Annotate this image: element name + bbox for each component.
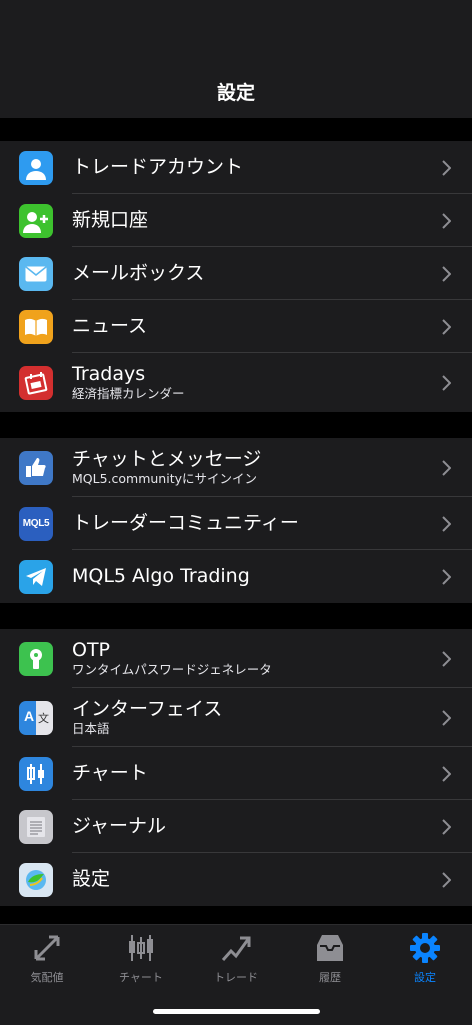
chevron-right-icon [442, 650, 451, 667]
page-title: 設定 [216, 82, 255, 104]
menu-item-tradays[interactable]: Tradays 経済指標カレンダー [0, 353, 472, 412]
menu-item-label: チャート [72, 762, 148, 784]
menu-item-label: ジャーナル [72, 815, 167, 837]
chevron-right-icon [442, 709, 451, 726]
menu-item-otp[interactable]: OTP ワンタイムパスワードジェネレータ [0, 629, 472, 688]
journal-icon [19, 809, 53, 844]
chevron-right-icon [442, 871, 451, 888]
chevron-right-icon [442, 568, 451, 585]
home-indicator[interactable] [153, 1009, 320, 1014]
menu-item-subtitle: 日本語 [72, 721, 110, 736]
navigation-bar: 設定 [0, 0, 472, 118]
chevron-right-icon [442, 765, 451, 782]
chevron-right-icon [442, 265, 451, 282]
menu-item-label: OTP [72, 639, 111, 661]
menu-item-label: メールボックス [72, 262, 205, 284]
tab-label: 気配値 [30, 971, 64, 984]
quotes-icon [32, 931, 62, 965]
menu-item-interface[interactable]: A 文 インターフェイス 日本語 [0, 688, 472, 747]
menu-item-trader-community[interactable]: MQL5 トレーダーコミュニティー [0, 497, 472, 550]
tab-settings[interactable]: 設定 [378, 931, 472, 989]
add-user-icon [19, 203, 53, 238]
menu-item-mql5-algo-trading[interactable]: MQL5 Algo Trading [0, 550, 472, 603]
section-preferences: OTP ワンタイムパスワードジェネレータ A 文 インターフェイス 日本語 チャ… [0, 629, 472, 906]
menu-item-label: トレーダーコミュニティー [72, 512, 299, 534]
chart-icon [126, 931, 156, 965]
menu-item-label: トレードアカウント [72, 156, 244, 178]
thumbs-up-icon [19, 450, 53, 485]
menu-item-subtitle: 経済指標カレンダー [72, 386, 185, 401]
menu-item-new-account[interactable]: 新規口座 [0, 194, 472, 247]
menu-item-subtitle: MQL5.communityにサインイン [72, 471, 258, 486]
menu-item-news[interactable]: ニュース [0, 300, 472, 353]
tab-history[interactable]: 履歴 [283, 931, 377, 989]
history-icon [314, 931, 346, 965]
menu-item-chart[interactable]: チャート [0, 747, 472, 800]
menu-item-label: インターフェイス [72, 698, 223, 720]
chevron-right-icon [442, 818, 451, 835]
menu-item-trade-account[interactable]: トレードアカウント [0, 141, 472, 194]
tab-label: チャート [119, 971, 163, 984]
menu-item-label: チャットとメッセージ [72, 448, 262, 470]
tab-label: 設定 [414, 971, 436, 984]
section-community: チャットとメッセージ MQL5.communityにサインイン MQL5 トレー… [0, 438, 472, 603]
mql5-logo-text: MQL5 [22, 518, 50, 529]
translate-icon: A 文 [19, 700, 53, 735]
tab-bar: 気配値 チャート トレード 履歴 設定 [0, 924, 472, 1025]
chevron-right-icon [442, 318, 451, 335]
chevron-right-icon [442, 212, 451, 229]
chevron-right-icon [442, 459, 451, 476]
section-account: トレードアカウント 新規口座 メールボックス ニュース Tradays 経済指標… [0, 141, 472, 412]
menu-item-label: 設定 [72, 868, 111, 890]
chevron-right-icon [442, 374, 451, 391]
tab-trade[interactable]: トレード [189, 931, 283, 989]
mail-icon [19, 256, 53, 291]
tab-label: トレード [214, 971, 258, 984]
metatrader-icon [19, 862, 53, 897]
mql5-logo-icon: MQL5 [19, 506, 53, 541]
tab-chart[interactable]: チャート [94, 931, 188, 989]
menu-item-journal[interactable]: ジャーナル [0, 800, 472, 853]
menu-item-label: 新規口座 [72, 209, 149, 231]
menu-item-chat-messages[interactable]: チャットとメッセージ MQL5.communityにサインイン [0, 438, 472, 497]
translate-cjk-glyph: 文 [38, 711, 49, 725]
menu-item-settings[interactable]: 設定 [0, 853, 472, 906]
chevron-right-icon [442, 515, 451, 532]
menu-item-label: MQL5 Algo Trading [72, 565, 250, 587]
keyhole-icon [19, 641, 53, 676]
telegram-icon [19, 559, 53, 594]
trade-icon [220, 931, 252, 965]
candles-icon [19, 756, 53, 791]
menu-item-mailbox[interactable]: メールボックス [0, 247, 472, 300]
translate-latin-glyph: A [24, 707, 35, 724]
settings-icon [409, 931, 441, 965]
menu-item-label: ニュース [72, 315, 148, 337]
user-icon [19, 150, 53, 185]
menu-item-subtitle: ワンタイムパスワードジェネレータ [72, 662, 272, 677]
book-icon [19, 309, 53, 344]
tab-quotes[interactable]: 気配値 [0, 931, 94, 989]
chevron-right-icon [442, 159, 451, 176]
calendar-icon [19, 365, 53, 400]
tab-label: 履歴 [319, 971, 341, 984]
menu-item-label: Tradays [72, 363, 146, 385]
